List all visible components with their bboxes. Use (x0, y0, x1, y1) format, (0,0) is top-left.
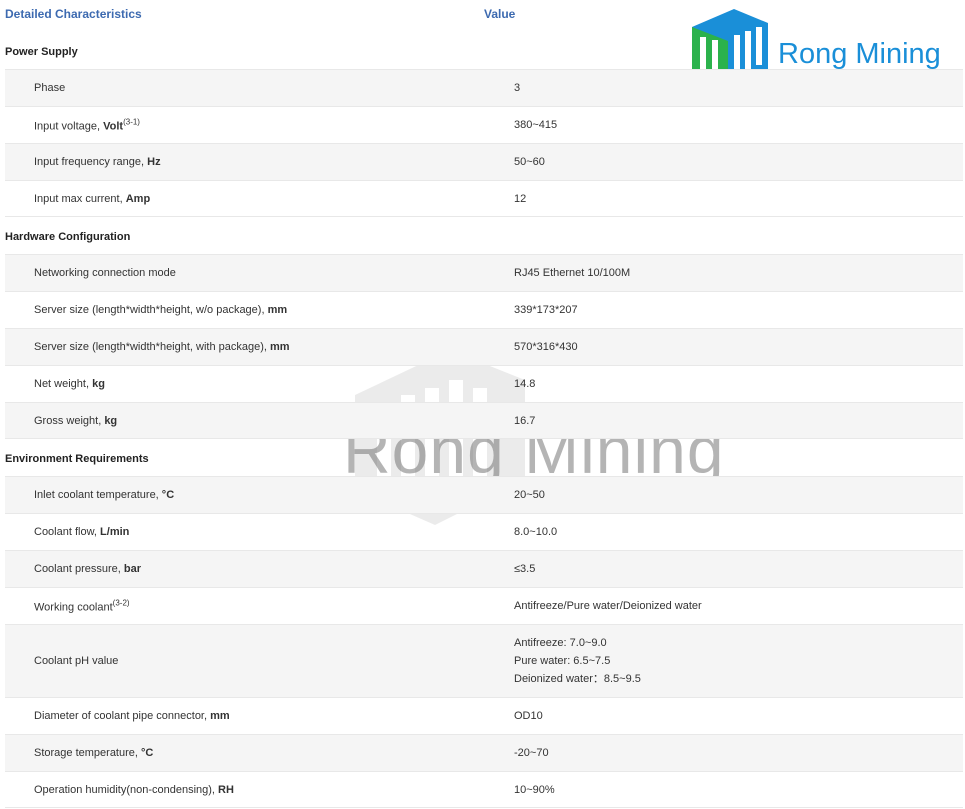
row-value: 10~90% (514, 783, 555, 796)
row-label: Inlet coolant temperature, °C (34, 489, 175, 501)
table-row: Working coolant(3-2) Antifreeze/Pure wat… (5, 587, 963, 624)
row-value: 20~50 (514, 489, 545, 501)
table-row: Storage temperature, °C -20~70 (5, 734, 963, 771)
table-row: Phase 3 (5, 69, 963, 106)
row-label: Networking connection mode (34, 267, 176, 279)
row-label: Input voltage, Volt(3-1) (34, 117, 140, 133)
row-label: Net weight, kg (34, 378, 105, 390)
table-row: Server size (length*width*height, with p… (5, 328, 963, 365)
row-value: ≤3.5 (514, 563, 536, 575)
row-value: 8.0~10.0 (514, 526, 558, 538)
row-label: Operation humidity(non-condensing), RH (34, 783, 234, 796)
row-value: -20~70 (514, 747, 549, 759)
table-row: Server size (length*width*height, w/o pa… (5, 291, 963, 328)
section-title: Power Supply (5, 46, 78, 58)
row-value: Antifreeze: 7.0~9.0 Pure water: 6.5~7.5 … (514, 637, 641, 685)
table-row: Inlet coolant temperature, °C 20~50 (5, 476, 963, 513)
table-row: Coolant flow, L/min 8.0~10.0 (5, 513, 963, 550)
row-label: Gross weight, kg (34, 414, 118, 427)
row-value: 3 (514, 82, 521, 94)
header-characteristics: Detailed Characteristics (5, 7, 142, 21)
row-value: 570*316*430 (514, 341, 578, 353)
row-value: 14.8 (514, 378, 536, 390)
row-label: Server size (length*width*height, w/o pa… (34, 304, 288, 316)
row-value: Antifreeze/Pure water/Deionized water (514, 600, 702, 612)
row-value: RJ45 Ethernet 10/100M (514, 267, 631, 279)
table-row: Diameter of coolant pipe connector, mm O… (5, 697, 963, 734)
row-label: Diameter of coolant pipe connector, mm (34, 710, 230, 722)
section-hardware-configuration: Hardware Configuration (0, 221, 965, 255)
section-title: Hardware Configuration (5, 231, 131, 243)
row-value: OD10 (514, 710, 543, 722)
section-power-supply: Power Supply (0, 36, 965, 70)
row-value: 12 (514, 192, 527, 205)
row-label: Input frequency range, Hz (34, 156, 161, 168)
table-row: Gross weight, kg 16.7 (5, 402, 963, 439)
table-row: Input max current, Amp 12 (5, 180, 963, 217)
row-label: Input max current, Amp (34, 192, 151, 205)
row-label: Coolant flow, L/min (34, 526, 130, 538)
section-environment-requirements: Environment Requirements (0, 443, 965, 477)
header-value: Value (484, 7, 516, 21)
section-title: Environment Requirements (5, 453, 149, 465)
table-row: Input frequency range, Hz 50~60 (5, 143, 963, 180)
table-row: Net weight, kg 14.8 (5, 365, 963, 402)
table-row: Coolant pH value Antifreeze: 7.0~9.0 Pur… (5, 624, 963, 697)
row-value: 50~60 (514, 156, 545, 168)
table-row: Networking connection mode RJ45 Ethernet… (5, 254, 963, 291)
row-label: Storage temperature, °C (34, 747, 154, 759)
row-label: Coolant pH value (34, 655, 119, 667)
row-value: 339*173*207 (514, 304, 578, 316)
row-value: 380~415 (514, 119, 558, 131)
table-row: Input voltage, Volt(3-1) 380~415 (5, 106, 963, 143)
table-header: Detailed Characteristics Value (0, 0, 965, 28)
table-row: Coolant pressure, bar ≤3.5 (5, 550, 963, 587)
row-label: Phase (34, 82, 66, 94)
row-label: Server size (length*width*height, with p… (34, 341, 290, 353)
row-label: Coolant pressure, bar (34, 563, 142, 575)
row-label: Working coolant(3-2) (34, 598, 130, 614)
table-row: Operation humidity(non-condensing), RH 1… (5, 771, 963, 808)
row-value: 16.7 (514, 414, 536, 427)
